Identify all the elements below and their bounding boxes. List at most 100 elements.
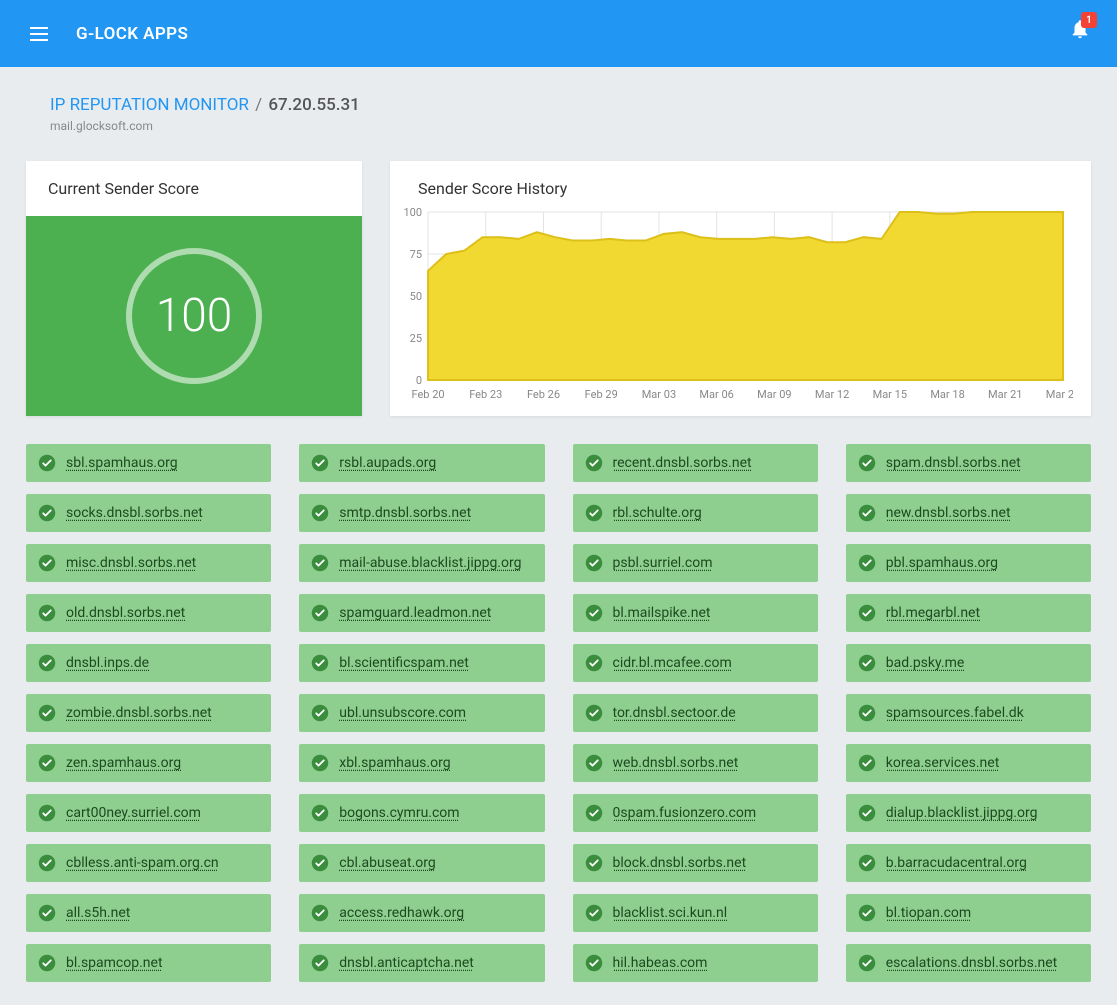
blacklist-link[interactable]: rbl.schulte.org [613, 505, 702, 521]
blacklist-link[interactable]: hil.habeas.com [613, 955, 708, 971]
blacklist-link[interactable]: dnsbl.anticaptcha.net [339, 955, 474, 971]
blacklist-link[interactable]: bl.spamcop.net [66, 955, 163, 971]
blacklist-item: block.dnsbl.sorbs.net [573, 844, 818, 882]
blacklist-item: old.dnsbl.sorbs.net [26, 594, 271, 632]
blacklist-link[interactable]: cbl.abuseat.org [339, 855, 435, 871]
blacklist-link[interactable]: web.dnsbl.sorbs.net [613, 755, 739, 771]
check-circle-icon [858, 904, 876, 922]
check-circle-icon [858, 954, 876, 972]
svg-text:75: 75 [410, 248, 422, 261]
check-circle-icon [858, 554, 876, 572]
svg-text:Mar 12: Mar 12 [815, 388, 849, 401]
blacklist-link[interactable]: ubl.unsubscore.com [339, 705, 466, 721]
blacklist-item: rbl.megarbl.net [846, 594, 1091, 632]
blacklist-link[interactable]: rsbl.aupads.org [339, 455, 436, 471]
blacklist-item: recent.dnsbl.sorbs.net [573, 444, 818, 482]
check-circle-icon [858, 854, 876, 872]
check-circle-icon [311, 454, 329, 472]
blacklist-item: all.s5h.net [26, 894, 271, 932]
svg-text:Mar 24: Mar 24 [1046, 388, 1073, 401]
check-circle-icon [38, 904, 56, 922]
svg-text:Mar 18: Mar 18 [930, 388, 964, 401]
blacklist-link[interactable]: cblless.anti-spam.org.cn [66, 855, 219, 871]
blacklist-item: blacklist.sci.kun.nl [573, 894, 818, 932]
svg-text:Mar 15: Mar 15 [873, 388, 907, 401]
blacklist-link[interactable]: bogons.cymru.com [339, 805, 459, 821]
blacklist-link[interactable]: korea.services.net [886, 755, 1000, 771]
blacklist-link[interactable]: xbl.spamhaus.org [339, 755, 450, 771]
blacklist-link[interactable]: zombie.dnsbl.sorbs.net [66, 705, 212, 721]
blacklist-link[interactable]: spam.dnsbl.sorbs.net [886, 455, 1021, 471]
blacklist-link[interactable]: blacklist.sci.kun.nl [613, 905, 728, 921]
blacklist-link[interactable]: recent.dnsbl.sorbs.net [613, 455, 752, 471]
blacklist-link[interactable]: b.barracudacentral.org [886, 855, 1027, 871]
blacklist-item: bl.mailspike.net [573, 594, 818, 632]
blacklist-link[interactable]: mail-abuse.blacklist.jippg.org [339, 555, 521, 571]
blacklist-link[interactable]: access.redhawk.org [339, 905, 464, 921]
check-circle-icon [311, 704, 329, 722]
blacklist-link[interactable]: socks.dnsbl.sorbs.net [66, 505, 203, 521]
check-circle-icon [38, 754, 56, 772]
blacklist-link[interactable]: block.dnsbl.sorbs.net [613, 855, 747, 871]
blacklist-item: web.dnsbl.sorbs.net [573, 744, 818, 782]
check-circle-icon [311, 904, 329, 922]
blacklist-link[interactable]: bad.psky.me [886, 655, 965, 671]
blacklist-link[interactable]: spamguard.leadmon.net [339, 605, 491, 621]
blacklist-item: xbl.spamhaus.org [299, 744, 544, 782]
svg-text:Mar 06: Mar 06 [699, 388, 733, 401]
check-circle-icon [311, 804, 329, 822]
blacklist-link[interactable]: misc.dnsbl.sorbs.net [66, 555, 196, 571]
blacklist-link[interactable]: new.dnsbl.sorbs.net [886, 505, 1011, 521]
blacklist-link[interactable]: cart00ney.surriel.com [66, 805, 201, 821]
blacklist-item: spamsources.fabel.dk [846, 694, 1091, 732]
check-circle-icon [858, 504, 876, 522]
blacklist-link[interactable]: pbl.spamhaus.org [886, 555, 998, 571]
check-circle-icon [38, 704, 56, 722]
blacklist-link[interactable]: psbl.surriel.com [613, 555, 713, 571]
breadcrumb-root-link[interactable]: IP REPUTATION MONITOR [50, 95, 249, 115]
menu-icon[interactable] [30, 22, 54, 46]
blacklist-link[interactable]: sbl.spamhaus.org [66, 455, 178, 471]
blacklist-item: cidr.bl.mcafee.com [573, 644, 818, 682]
blacklist-link[interactable]: rbl.megarbl.net [886, 605, 980, 621]
blacklist-item: spam.dnsbl.sorbs.net [846, 444, 1091, 482]
blacklist-item: bogons.cymru.com [299, 794, 544, 832]
check-circle-icon [311, 854, 329, 872]
blacklist-link[interactable]: zen.spamhaus.org [66, 755, 181, 771]
blacklist-item: psbl.surriel.com [573, 544, 818, 582]
blacklist-link[interactable]: escalations.dnsbl.sorbs.net [886, 955, 1058, 971]
blacklist-link[interactable]: dialup.blacklist.jippg.org [886, 805, 1038, 821]
blacklist-link[interactable]: old.dnsbl.sorbs.net [66, 605, 185, 621]
blacklist-grid: sbl.spamhaus.org rsbl.aupads.org recent.dn… [26, 444, 1091, 982]
blacklist-item: cbl.abuseat.org [299, 844, 544, 882]
blacklist-link[interactable]: spamsources.fabel.dk [886, 705, 1024, 721]
notifications-button[interactable]: 1 [1069, 18, 1091, 44]
history-card-title: Sender Score History [390, 161, 1091, 206]
blacklist-item: hil.habeas.com [573, 944, 818, 982]
blacklist-item: smtp.dnsbl.sorbs.net [299, 494, 544, 532]
blacklist-item: socks.dnsbl.sorbs.net [26, 494, 271, 532]
blacklist-link[interactable]: 0spam.fusionzero.com [613, 805, 757, 821]
blacklist-link[interactable]: cidr.bl.mcafee.com [613, 655, 732, 671]
blacklist-item: b.barracudacentral.org [846, 844, 1091, 882]
blacklist-link[interactable]: bl.mailspike.net [613, 605, 711, 621]
svg-text:Mar 21: Mar 21 [988, 388, 1022, 401]
breadcrumb-sep: / [255, 95, 262, 115]
blacklist-link[interactable]: all.s5h.net [66, 905, 130, 921]
blacklist-link[interactable]: dnsbl.inps.de [66, 655, 149, 671]
blacklist-link[interactable]: tor.dnsbl.sectoor.de [613, 705, 736, 721]
svg-text:Feb 26: Feb 26 [527, 388, 560, 401]
score-card-title: Current Sender Score [26, 161, 362, 216]
blacklist-link[interactable]: smtp.dnsbl.sorbs.net [339, 505, 471, 521]
blacklist-link[interactable]: bl.tiopan.com [886, 905, 971, 921]
check-circle-icon [585, 654, 603, 672]
blacklist-link[interactable]: bl.scientificspam.net [339, 655, 469, 671]
blacklist-item: access.redhawk.org [299, 894, 544, 932]
svg-text:0: 0 [416, 374, 422, 387]
check-circle-icon [585, 704, 603, 722]
check-circle-icon [38, 554, 56, 572]
check-circle-icon [585, 554, 603, 572]
blacklist-item: bl.scientificspam.net [299, 644, 544, 682]
check-circle-icon [858, 754, 876, 772]
check-circle-icon [38, 604, 56, 622]
